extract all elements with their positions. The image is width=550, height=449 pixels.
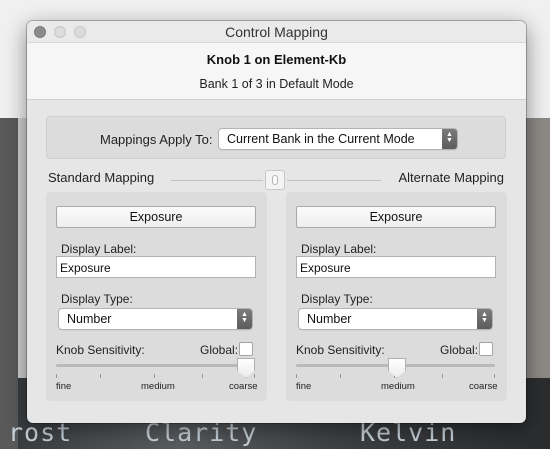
display-label-field[interactable]: Exposure <box>296 256 496 278</box>
updown-arrows-icon: ▲ ▼ <box>442 129 457 149</box>
updown-arrows-icon: ▲ ▼ <box>477 309 492 329</box>
alternate-mapping-panel: Exposure Display Label: Exposure Display… <box>286 192 507 401</box>
alternate-parameter-button[interactable]: Exposure <box>296 206 496 228</box>
sensitivity-slider-thumb[interactable] <box>388 358 406 378</box>
slider-tick <box>340 374 341 378</box>
mapping-header: Knob 1 on Element-Kb Bank 1 of 3 in Defa… <box>27 43 526 100</box>
slider-tick <box>254 374 255 378</box>
sensitivity-slider-track[interactable] <box>56 364 255 367</box>
display-type-caption: Display Type: <box>301 292 373 306</box>
slider-tick <box>56 374 57 378</box>
toggle-icon <box>272 175 278 185</box>
global-checkbox[interactable] <box>479 342 493 356</box>
standard-parameter-button[interactable]: Exposure <box>56 206 256 228</box>
sensitivity-slider-thumb[interactable] <box>237 358 255 378</box>
display-label-value: Exposure <box>300 261 351 275</box>
divider <box>171 180 263 181</box>
alternate-mapping-title: Alternate Mapping <box>398 170 504 185</box>
slider-label-fine: fine <box>56 381 72 392</box>
background-left-panel <box>0 118 18 449</box>
mapping-switch-toggle[interactable] <box>265 170 285 190</box>
slider-tick <box>202 374 203 378</box>
slider-tick <box>442 374 443 378</box>
global-caption: Global: <box>200 343 239 357</box>
divider <box>287 180 381 181</box>
global-caption: Global: <box>440 343 479 357</box>
slider-label-medium: medium <box>141 381 175 392</box>
slider-label-coarse: coarse <box>229 381 258 392</box>
title-bar: Control Mapping <box>27 21 526 43</box>
standard-mapping-title: Standard Mapping <box>48 170 155 185</box>
bank-mode-info: Bank 1 of 3 in Default Mode <box>199 77 354 91</box>
knob-sensitivity-caption: Knob Sensitivity: <box>296 343 385 357</box>
display-type-value: Number <box>67 312 112 326</box>
apply-to-group: Mappings Apply To: Current Bank in the C… <box>46 116 506 159</box>
slider-tick <box>154 374 155 378</box>
display-type-caption: Display Type: <box>61 292 133 306</box>
display-type-value: Number <box>307 312 352 326</box>
apply-to-label: Mappings Apply To: <box>100 132 213 147</box>
display-type-select[interactable]: Number ▲ ▼ <box>58 308 253 330</box>
apply-to-select[interactable]: Current Bank in the Current Mode ▲ ▼ <box>218 128 458 150</box>
window-title: Control Mapping <box>225 24 328 40</box>
slider-tick <box>100 374 101 378</box>
display-type-select[interactable]: Number ▲ ▼ <box>298 308 493 330</box>
slider-label-coarse: coarse <box>469 381 498 392</box>
updown-arrows-icon: ▲ ▼ <box>237 309 252 329</box>
display-label-caption: Display Label: <box>301 242 377 256</box>
control-name: Knob 1 on Element-Kb <box>206 52 347 67</box>
dialog-body: Mappings Apply To: Current Bank in the C… <box>27 100 526 422</box>
standard-mapping-panel: Exposure Display Label: Exposure Display… <box>46 192 267 401</box>
display-label-field[interactable]: Exposure <box>56 256 256 278</box>
knob-sensitivity-caption: Knob Sensitivity: <box>56 343 145 357</box>
slider-label-medium: medium <box>381 381 415 392</box>
display-label-value: Exposure <box>60 261 111 275</box>
control-mapping-dialog: Control Mapping Knob 1 on Element-Kb Ban… <box>27 21 526 423</box>
slider-tick <box>296 374 297 378</box>
display-label-caption: Display Label: <box>61 242 137 256</box>
slider-tick <box>494 374 495 378</box>
global-checkbox[interactable] <box>239 342 253 356</box>
slider-label-fine: fine <box>296 381 312 392</box>
apply-to-value: Current Bank in the Current Mode <box>227 132 415 146</box>
